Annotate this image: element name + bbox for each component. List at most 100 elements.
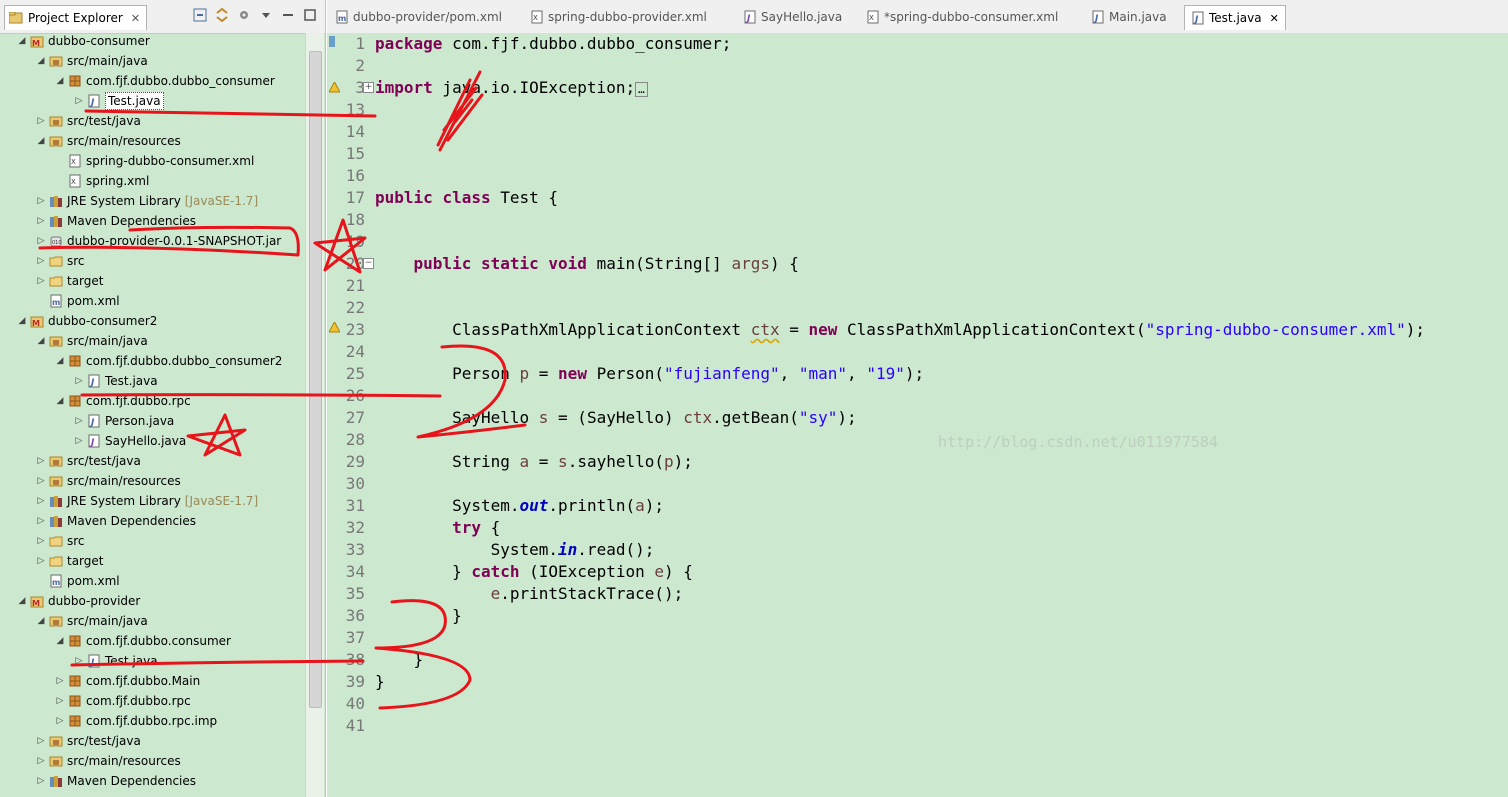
- collapsed-arrow-icon[interactable]: ▷: [35, 471, 47, 491]
- view-menu-icon[interactable]: [259, 8, 273, 22]
- tree-project[interactable]: ◢ Mdubbo-consumer2: [16, 311, 158, 331]
- expanded-arrow-icon[interactable]: ◢: [35, 131, 47, 151]
- tree-item[interactable]: ▷ com.fjf.dubbo.rpc: [54, 691, 191, 711]
- warning-icon[interactable]: [329, 322, 340, 333]
- tree-item[interactable]: ▷ src/main/resources: [35, 751, 181, 771]
- tree-item[interactable]: ▷ JRE System Library [JavaSE-1.7]: [35, 191, 259, 211]
- collapsed-arrow-icon[interactable]: ▷: [35, 731, 47, 751]
- tree-item[interactable]: ▷ JRE System Library [JavaSE-1.7]: [35, 491, 259, 511]
- tree-item[interactable]: ◢ com.fjf.dubbo.dubbo_consumer: [54, 71, 275, 91]
- explorer-scrollbar[interactable]: [305, 33, 324, 797]
- maximize-icon[interactable]: [303, 8, 317, 22]
- editor-tab[interactable]: X *spring-dubbo-consumer.xml: [866, 5, 1058, 29]
- tree-item[interactable]: ▷ src/test/java: [35, 731, 141, 751]
- collapsed-arrow-icon[interactable]: ▷: [35, 771, 47, 791]
- editor-tab[interactable]: Xspring-dubbo-provider.xml: [530, 5, 707, 29]
- expanded-arrow-icon[interactable]: ◢: [16, 591, 28, 611]
- expanded-arrow-icon[interactable]: ◢: [35, 51, 47, 71]
- collapsed-arrow-icon[interactable]: ▷: [73, 91, 85, 111]
- tree-item[interactable]: ▷ J Test.java: [73, 371, 158, 391]
- tree-item[interactable]: ▷ src: [35, 531, 85, 551]
- tree-item[interactable]: ▷ J Test.java: [73, 651, 158, 671]
- editor-tab[interactable]: J Test.java ✕: [1184, 5, 1286, 30]
- tree-item-label: target: [67, 274, 104, 288]
- expanded-arrow-icon[interactable]: ◢: [54, 631, 66, 651]
- expanded-arrow-icon[interactable]: ◢: [54, 391, 66, 411]
- tree-item-label: src/main/resources: [67, 754, 181, 768]
- collapse-all-icon[interactable]: [193, 8, 207, 22]
- collapsed-arrow-icon[interactable]: ▷: [35, 271, 47, 291]
- view-settings-icon[interactable]: [237, 8, 251, 22]
- tree-project[interactable]: ◢ Mdubbo-provider: [16, 591, 141, 611]
- code-area[interactable]: package com.fjf.dubbo.dubbo_consumer; im…: [375, 33, 1505, 797]
- collapsed-arrow-icon[interactable]: ▷: [35, 751, 47, 771]
- tree-item-label: dubbo-consumer2: [48, 314, 158, 328]
- tree-item[interactable]: ▷ src/main/resources: [35, 471, 181, 491]
- expanded-arrow-icon[interactable]: ◢: [16, 33, 28, 51]
- tree-item[interactable]: ◢ com.fjf.dubbo.consumer: [54, 631, 231, 651]
- tree-item[interactable]: ▷ target: [35, 271, 104, 291]
- collapsed-arrow-icon[interactable]: ▷: [35, 231, 47, 251]
- tree-item[interactable]: m pom.xml: [35, 571, 120, 591]
- collapsed-arrow-icon[interactable]: ▷: [35, 451, 47, 471]
- expanded-arrow-icon[interactable]: ◢: [35, 611, 47, 631]
- tree-item[interactable]: ▷ com.fjf.dubbo.Main: [54, 671, 201, 691]
- tree-item[interactable]: ▷ src/test/java: [35, 111, 141, 131]
- collapsed-arrow-icon[interactable]: ▷: [35, 191, 47, 211]
- tab-project-explorer[interactable]: Project Explorer ✕: [4, 5, 148, 30]
- collapsed-arrow-icon[interactable]: ▷: [54, 711, 66, 731]
- tree-item[interactable]: ▷ src: [35, 251, 85, 271]
- tree-item[interactable]: ▷ com.fjf.dubbo.rpc.imp: [54, 711, 218, 731]
- close-icon[interactable]: ✕: [131, 12, 140, 25]
- collapsed-arrow-icon[interactable]: ▷: [35, 251, 47, 271]
- collapsed-arrow-icon[interactable]: ▷: [73, 411, 85, 431]
- tree-item[interactable]: ▷ Maven Dependencies: [35, 771, 196, 791]
- fold-expand-icon[interactable]: +: [363, 82, 374, 93]
- tree-item-label: src/test/java: [67, 734, 141, 748]
- expanded-arrow-icon[interactable]: ◢: [54, 71, 66, 91]
- warning-icon[interactable]: [329, 82, 340, 93]
- tree-item[interactable]: ▷ Maven Dependencies: [35, 211, 196, 231]
- collapsed-arrow-icon[interactable]: ▷: [35, 111, 47, 131]
- tree-item[interactable]: Xspring-dubbo-consumer.xml: [54, 151, 254, 171]
- code-editor[interactable]: 1 2 3 13 14 15 16 17 18 19 20 21 22 23 24 25 26 27 28 29 30 3…: [327, 33, 1508, 797]
- collapsed-arrow-icon[interactable]: ▷: [35, 531, 47, 551]
- collapsed-arrow-icon[interactable]: ▷: [73, 371, 85, 391]
- expanded-arrow-icon[interactable]: ◢: [16, 311, 28, 331]
- editor-tab[interactable]: J Main.java: [1091, 5, 1167, 29]
- collapsed-arrow-icon[interactable]: ▷: [35, 211, 47, 231]
- collapsed-arrow-icon[interactable]: ▷: [35, 551, 47, 571]
- tree-item[interactable]: ◢ com.fjf.dubbo.dubbo_consumer2: [54, 351, 283, 371]
- expanded-arrow-icon[interactable]: ◢: [54, 351, 66, 371]
- fold-collapse-icon[interactable]: −: [363, 258, 374, 269]
- collapsed-arrow-icon[interactable]: ▷: [35, 511, 47, 531]
- minimize-icon[interactable]: [281, 8, 295, 22]
- collapsed-arrow-icon[interactable]: ▷: [54, 691, 66, 711]
- tree-item[interactable]: ◢ com.fjf.dubbo.rpc: [54, 391, 191, 411]
- tree-item[interactable]: ▷ target: [35, 551, 104, 571]
- collapsed-arrow-icon[interactable]: ▷: [35, 491, 47, 511]
- tree-project[interactable]: ◢ Mdubbo-consumer: [16, 33, 150, 51]
- tree-item[interactable]: ◢ src/main/resources: [35, 131, 181, 151]
- collapsed-arrow-icon[interactable]: ▷: [54, 671, 66, 691]
- tree-item[interactable]: ◢ src/main/java: [35, 611, 148, 631]
- tree-item[interactable]: ▷ Maven Dependencies: [35, 511, 196, 531]
- tree-item[interactable]: m pom.xml: [35, 291, 120, 311]
- tree-item[interactable]: ▷ J Person.java: [73, 411, 175, 431]
- tree-item[interactable]: ▷ 010 dubbo-provider-0.0.1-SNAPSHOT.jar: [35, 231, 282, 251]
- collapsed-arrow-icon[interactable]: ▷: [73, 651, 85, 671]
- tree-item[interactable]: ◢ src/main/java: [35, 331, 148, 351]
- editor-tab[interactable]: J SayHello.java: [743, 5, 842, 29]
- tree-item[interactable]: Xspring.xml: [54, 171, 149, 191]
- tree-item[interactable]: ▷ J Test.java: [73, 91, 164, 111]
- scrollbar-thumb[interactable]: [309, 51, 322, 708]
- link-with-editor-icon[interactable]: [215, 8, 229, 22]
- tree-item[interactable]: ◢ src/main/java: [35, 51, 148, 71]
- tree-item[interactable]: ▷ src/test/java: [35, 451, 141, 471]
- library-icon: [49, 774, 63, 788]
- editor-tab[interactable]: m dubbo-provider/pom.xml: [335, 5, 502, 29]
- close-icon[interactable]: ✕: [1270, 12, 1279, 25]
- collapsed-arrow-icon[interactable]: ▷: [73, 431, 85, 451]
- expanded-arrow-icon[interactable]: ◢: [35, 331, 47, 351]
- tree-item[interactable]: ▷ J SayHello.java: [73, 431, 187, 451]
